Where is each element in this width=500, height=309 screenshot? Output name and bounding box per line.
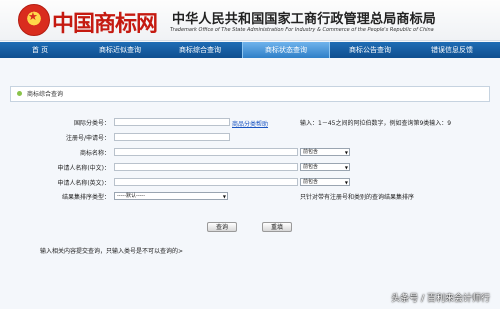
class-input[interactable] bbox=[114, 118, 230, 126]
regno-input[interactable] bbox=[114, 133, 230, 141]
sort-select[interactable]: -----默认----- bbox=[114, 192, 228, 200]
nav-status-search[interactable]: 商标状态查询 bbox=[242, 42, 330, 58]
search-form: 国际分类号： 商品分类帮助 输入：1－45之间的阿拉伯数字，例如查询第9类输入：… bbox=[10, 104, 488, 201]
office-title-cn: 中华人民共和国国家工商行政管理总局商标局 bbox=[172, 12, 437, 27]
trademark-name-label: 商标名称： bbox=[79, 150, 110, 157]
sort-hint: 只针对带有注册号和类别的查询结果集排序 bbox=[300, 194, 415, 201]
class-label: 国际分类号： bbox=[73, 120, 110, 127]
bullet-icon bbox=[17, 91, 22, 96]
class-hint: 输入：1－45之间的阿拉伯数字，例如查询第9类输入：9 bbox=[300, 120, 452, 127]
trademark-name-match-select[interactable]: 前包含 bbox=[300, 148, 350, 156]
class-help-link[interactable]: 商品分类帮助 bbox=[232, 119, 268, 128]
applicant-cn-match-select[interactable]: 前包含 bbox=[300, 163, 350, 171]
national-emblem-icon bbox=[18, 4, 50, 36]
reset-button[interactable]: 重填 bbox=[262, 222, 292, 232]
applicant-en-label: 申请人名称(英文)： bbox=[57, 180, 110, 187]
nav-error-feedback[interactable]: 错误信息反馈 bbox=[412, 42, 492, 58]
nav-comprehensive-search[interactable]: 商标综合查询 bbox=[160, 42, 240, 58]
panel-title: 商标综合查询 bbox=[27, 91, 64, 98]
search-note: 输入相关内容提交查询，只输入类号是不可以查询的> bbox=[40, 248, 184, 255]
sort-label: 结果集排序类型： bbox=[61, 194, 110, 201]
nav-announcement-search[interactable]: 商标公告查询 bbox=[330, 42, 410, 58]
panel-header: 商标综合查询 bbox=[10, 86, 490, 102]
watermark: 头条号 / 百利来会计师行 bbox=[391, 294, 490, 304]
office-title-en: Trademark Office of The State Administra… bbox=[170, 27, 434, 33]
query-button[interactable]: 查询 bbox=[207, 222, 237, 232]
applicant-cn-input[interactable] bbox=[114, 163, 298, 171]
regno-label: 注册号/申请号： bbox=[65, 135, 110, 142]
applicant-en-input[interactable] bbox=[114, 178, 298, 186]
nav-similar-search[interactable]: 商标近似查询 bbox=[80, 42, 160, 58]
main-nav: 首 页 商标近似查询 商标综合查询 商标状态查询 商标公告查询 错误信息反馈 bbox=[0, 42, 500, 58]
applicant-cn-label: 申请人名称(中文)： bbox=[57, 165, 110, 172]
applicant-en-match-select[interactable]: 前包含 bbox=[300, 178, 350, 186]
site-header: 中国商标网 中华人民共和国国家工商行政管理总局商标局 Trademark Off… bbox=[0, 0, 500, 41]
nav-home[interactable]: 首 页 bbox=[0, 42, 80, 58]
trademark-name-input[interactable] bbox=[114, 148, 298, 156]
site-logo[interactable]: 中国商标网 bbox=[52, 6, 158, 38]
